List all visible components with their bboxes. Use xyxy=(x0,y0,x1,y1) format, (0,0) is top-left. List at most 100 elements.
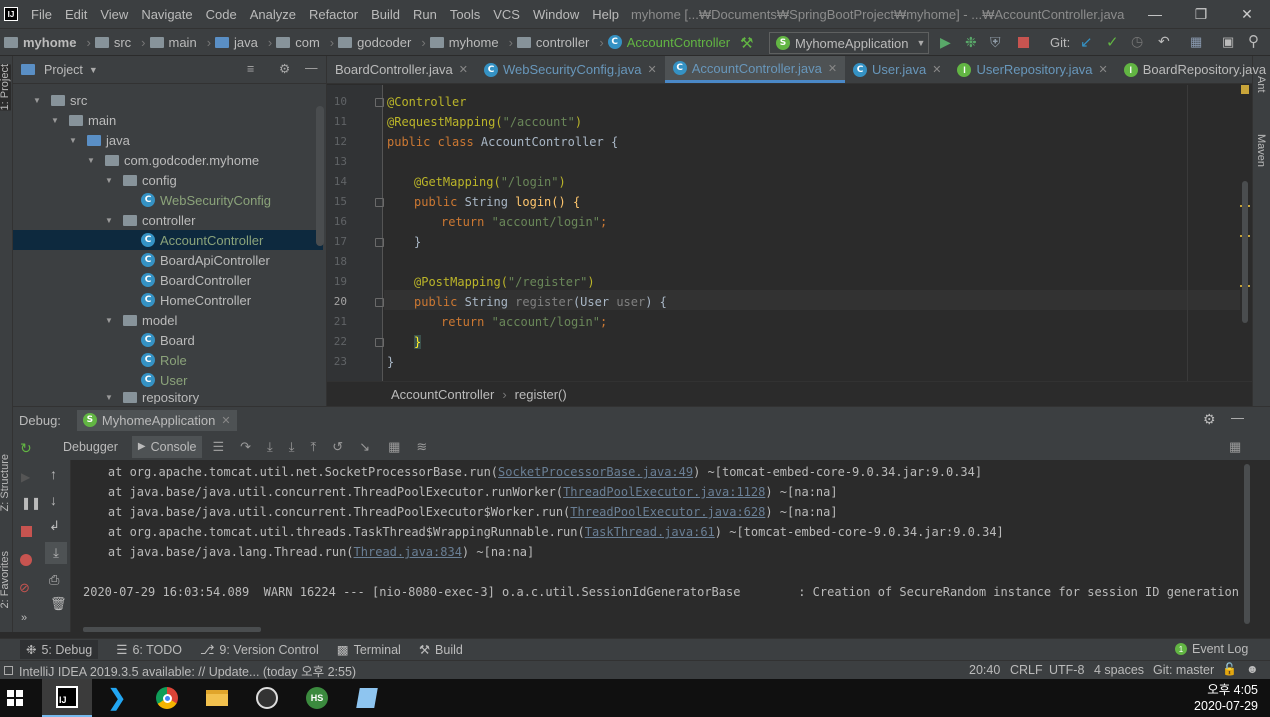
git-branch[interactable]: Git: master xyxy=(1153,663,1214,677)
source-link[interactable]: TaskThread.java:61 xyxy=(585,525,715,539)
step-into-icon[interactable]: ⤓ xyxy=(289,439,295,455)
print-icon[interactable]: ⎙ xyxy=(49,572,59,588)
console-hscrollbar[interactable] xyxy=(83,627,261,632)
layout-icon[interactable]: ▦ xyxy=(1229,439,1241,455)
menu-list-icon[interactable]: ☰ xyxy=(212,439,224,455)
tab-userrepository[interactable]: I UserRepository.java ✕ xyxy=(949,56,1115,83)
arrow-up-icon[interactable]: ↑ xyxy=(50,466,57,482)
tree-item-model[interactable]: ▼ model xyxy=(105,310,177,330)
soft-wrap-icon[interactable]: ↲ xyxy=(49,518,60,534)
event-log-tab[interactable]: 1 Event Log xyxy=(1175,642,1248,656)
step-over-icon[interactable]: ⤓ xyxy=(267,439,273,455)
step-out-icon[interactable]: ⤒ xyxy=(311,439,317,455)
crumb-main[interactable]: › main xyxy=(137,35,197,50)
menu-refactor[interactable]: Refactor xyxy=(309,7,358,22)
tab-console[interactable]: ▶ Console xyxy=(131,435,203,458)
run-configuration-select[interactable]: S MyhomeApplication ▼ xyxy=(769,32,929,54)
obs-taskbar-icon[interactable] xyxy=(242,679,292,717)
history-clock-icon[interactable]: ◷ xyxy=(1131,33,1143,50)
project-structure-icon[interactable]: ▦ xyxy=(1190,34,1202,50)
warning-status-icon[interactable] xyxy=(1241,85,1249,94)
hs-app-taskbar-icon[interactable]: HS xyxy=(292,679,342,717)
tree-item-boardapicontroller[interactable]: C BoardApiController xyxy=(141,250,270,270)
breadcrumb-method[interactable]: register() xyxy=(515,387,567,402)
menu-view[interactable]: View xyxy=(100,7,128,22)
windows-start-icon[interactable] xyxy=(0,679,30,717)
resume-icon[interactable]: ▶ xyxy=(21,470,30,484)
fold-marker-icon[interactable] xyxy=(375,298,384,307)
vscode-taskbar-icon[interactable]: ❯ xyxy=(92,679,142,717)
caret-position[interactable]: 20:40 xyxy=(969,663,1000,677)
tree-item-boardcontroller[interactable]: C BoardController xyxy=(141,270,251,290)
indent-setting[interactable]: 4 spaces xyxy=(1094,663,1144,677)
tab-boardcontroller[interactable]: BoardController.java ✕ xyxy=(327,56,476,83)
console-vscrollbar[interactable] xyxy=(1242,460,1252,632)
menu-help[interactable]: Help xyxy=(592,7,619,22)
close-tab-icon[interactable]: ✕ xyxy=(932,63,941,76)
view-breakpoints-icon[interactable] xyxy=(20,554,32,566)
tree-item-websecurityconfig[interactable]: C WebSecurityConfig xyxy=(141,190,271,210)
source-link[interactable]: ThreadPoolExecutor.java:628 xyxy=(570,505,765,519)
scroll-to-end-icon[interactable]: ⤓ xyxy=(45,542,67,564)
crumb-src[interactable]: › src xyxy=(82,35,131,50)
tab-accountcontroller[interactable]: C AccountController.java ✕ xyxy=(664,56,846,83)
tool-tab-terminal[interactable]: ▩ Terminal xyxy=(337,642,401,658)
menu-file[interactable]: File xyxy=(31,7,52,22)
rerun-icon[interactable]: ↻ xyxy=(20,440,32,457)
fold-marker-icon[interactable] xyxy=(375,98,384,107)
crumb-myhome-root[interactable]: myhome xyxy=(4,35,76,50)
evaluate-expression-icon[interactable]: ▦ xyxy=(388,439,400,455)
close-tab-icon[interactable]: ✕ xyxy=(1099,63,1108,76)
stop-icon[interactable] xyxy=(1018,37,1029,48)
menu-edit[interactable]: Edit xyxy=(65,7,87,22)
source-link[interactable]: ThreadPoolExecutor.java:1128 xyxy=(563,485,765,499)
tool-tab-structure[interactable]: Z: Structure xyxy=(0,454,11,511)
menu-run[interactable]: Run xyxy=(413,7,437,22)
tree-item-src[interactable]: ▼ src xyxy=(33,90,87,110)
crumb-com[interactable]: › com xyxy=(264,35,320,50)
tree-item-repository[interactable]: ▼ repository xyxy=(105,390,199,404)
menu-build[interactable]: Build xyxy=(371,7,400,22)
presentation-icon[interactable]: ▣ xyxy=(1222,34,1234,50)
show-execution-point-icon[interactable]: ↷ xyxy=(240,439,251,455)
tool-tab-favorites[interactable]: 2: Favorites xyxy=(0,551,11,608)
build-hammer-icon[interactable]: ⚒ xyxy=(740,34,753,52)
run-icon[interactable]: ▶ xyxy=(940,34,951,51)
arrow-down-icon[interactable]: ↓ xyxy=(50,492,57,508)
rollback-icon[interactable]: ↶ xyxy=(1158,33,1170,50)
tool-tab-version-control[interactable]: ⎇ 9: Version Control xyxy=(200,642,319,658)
mute-breakpoints-icon[interactable]: ⊘ xyxy=(19,580,30,596)
tool-tab-todo[interactable]: ☰ 6: TODO xyxy=(116,642,182,658)
menu-vcs[interactable]: VCS xyxy=(493,7,520,22)
close-tab-icon[interactable]: ✕ xyxy=(221,414,230,427)
tree-item-config[interactable]: ▼ config xyxy=(105,170,177,190)
tab-websecurityconfig[interactable]: C WebSecurityConfig.java ✕ xyxy=(476,56,665,83)
pause-icon[interactable]: ❚❚ xyxy=(21,496,41,510)
menu-navigate[interactable]: Navigate xyxy=(141,7,192,22)
chrome-taskbar-icon[interactable] xyxy=(142,679,192,717)
drop-frame-icon[interactable]: ↺ xyxy=(332,439,343,455)
editor-scrollbar[interactable] xyxy=(1242,181,1248,323)
crumb-godcoder[interactable]: › godcoder xyxy=(326,35,412,50)
inspector-icon[interactable]: ☻ xyxy=(1246,662,1259,676)
update-notification[interactable]: IntelliJ IDEA 2019.3.5 available: // Upd… xyxy=(19,661,356,680)
coverage-shield-icon[interactable]: ⛨ xyxy=(990,34,1001,51)
tree-item-package-root[interactable]: ▼ com.godcoder.myhome xyxy=(87,150,259,170)
code-editor[interactable]: 10 11 12 13 14 15 16 17 18 19 20 21 22 2… xyxy=(327,85,1252,381)
crumb-java[interactable]: › java xyxy=(203,35,258,50)
close-tab-icon[interactable]: ✕ xyxy=(828,62,837,75)
crumb-accountcontroller[interactable]: › C AccountController xyxy=(595,35,730,50)
trash-icon[interactable]: 🗑 xyxy=(50,596,67,612)
debug-bug-icon[interactable]: ❉ xyxy=(965,34,977,51)
gear-icon[interactable]: ⚙ xyxy=(279,61,290,76)
tree-item-user[interactable]: C User xyxy=(141,370,187,390)
close-tab-icon[interactable]: ✕ xyxy=(648,63,657,76)
console-output[interactable]: at org.apache.tomcat.util.net.SocketProc… xyxy=(71,460,1252,632)
minimize-icon[interactable]: — xyxy=(1132,0,1178,28)
breadcrumb-class[interactable]: AccountController xyxy=(391,387,494,402)
hide-panel-icon[interactable]: — xyxy=(305,61,318,75)
toggle-tool-windows-icon[interactable] xyxy=(4,665,13,675)
fold-marker-icon[interactable] xyxy=(375,338,384,347)
tool-tab-maven[interactable]: Maven xyxy=(1255,134,1267,167)
restore-icon[interactable]: ❐ xyxy=(1178,0,1224,28)
